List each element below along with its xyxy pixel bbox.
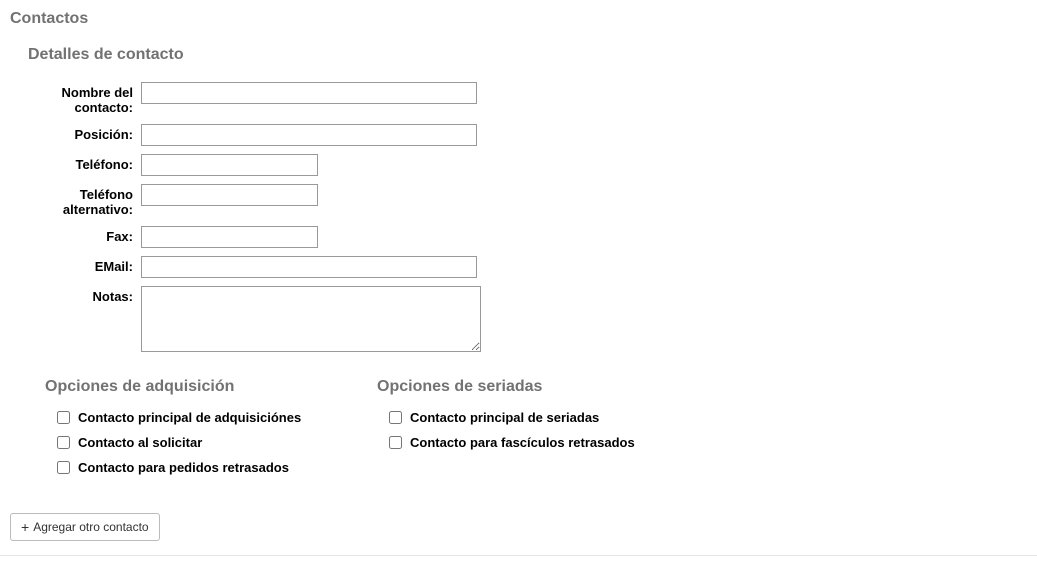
email-field[interactable] [141,256,477,278]
checkbox-acq-order[interactable] [57,436,70,449]
contact-name-field[interactable] [141,82,477,104]
label-phone: Teléfono: [28,154,141,173]
plus-icon: + [21,520,29,534]
fax-field[interactable] [141,226,318,248]
position-field[interactable] [141,124,477,146]
checkbox-ser-primary[interactable] [389,411,402,424]
add-contact-button-label: Agregar otro contacto [33,520,148,534]
label-email: EMail: [28,256,141,275]
acquisition-options-group: Opciones de adquisición Contacto princip… [45,370,377,485]
label-acq-primary: Contacto principal de adquisiciónes [78,410,301,425]
label-ser-late-issues: Contacto para fascículos retrasados [410,435,635,450]
divider [0,555,1037,556]
label-acq-late-orders: Contacto para pedidos retrasados [78,460,289,475]
acquisition-options-title: Opciones de adquisición [45,370,377,410]
add-contact-button[interactable]: + Agregar otro contacto [10,513,160,541]
notes-field[interactable] [141,286,481,352]
contact-fields: Nombre del contacto: Posición: Teléfono:… [28,82,1037,352]
serials-options-group: Opciones de seriadas Contacto principal … [377,370,709,485]
section-title: Contactos [0,0,1037,36]
label-position: Posición: [28,124,141,143]
label-acq-order: Contacto al solicitar [78,435,202,450]
label-altphone: Teléfono alternativo: [28,184,141,218]
label-contact-name: Nombre del contacto: [28,82,141,116]
checkbox-ser-late-issues[interactable] [389,436,402,449]
subsection-title: Detalles de contacto [0,36,1037,82]
checkbox-acq-late-orders[interactable] [57,461,70,474]
label-notes: Notas: [28,286,141,305]
checkbox-acq-primary[interactable] [57,411,70,424]
label-fax: Fax: [28,226,141,245]
serials-options-title: Opciones de seriadas [377,370,709,410]
label-ser-primary: Contacto principal de seriadas [410,410,599,425]
altphone-field[interactable] [141,184,318,206]
phone-field[interactable] [141,154,318,176]
